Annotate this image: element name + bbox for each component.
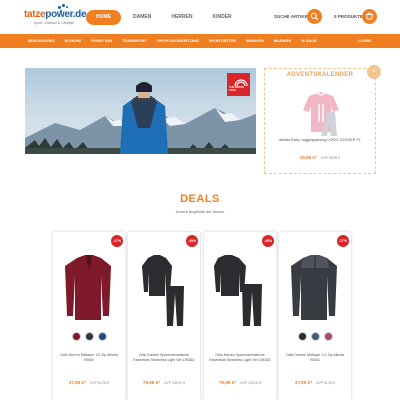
search-label[interactable]: SUCHE ARTIKEL (274, 14, 310, 19)
product-prices: 79,96 €* UVP 130,00 € (204, 380, 276, 385)
site-logo[interactable]: tatzepower.de Sport, Outdoor & Lifestyle (22, 4, 87, 28)
category-marken-2[interactable]: MARKEN (274, 34, 292, 48)
cart-icon (365, 12, 374, 20)
advent-title: ADVENTSKALENDER (286, 72, 354, 78)
logo-tagline: Sport, Outdoor & Lifestyle (34, 21, 75, 25)
product-price: 79,96 €* (142, 380, 160, 385)
nav-kinder[interactable]: Kinder (204, 10, 239, 25)
category-funktion[interactable]: FUNKTION (91, 34, 112, 48)
product-uvp: UVP 52,00 € (90, 381, 110, 385)
product-prices: 37,95 €* UVP 52,00 € (279, 380, 351, 385)
nav-damen[interactable]: Damen (125, 10, 159, 25)
cart-label[interactable]: 0 PRODUKTE (334, 14, 363, 19)
product-image (291, 255, 337, 320)
category-sportausruestung[interactable]: SPORTAUSRÜSTUNG (157, 34, 199, 48)
category-teamsport[interactable]: TEAMSPORT (122, 34, 147, 48)
product-image (65, 255, 111, 320)
nav-herren[interactable]: Herren (163, 10, 200, 25)
advent-price-row: 29,96 €* UVP 39,95 € (265, 155, 375, 160)
advent-calendar-box[interactable]: ADVENTSKALENDER × adidas Baby Joggingsan… (264, 65, 381, 174)
product-name[interactable]: Odlo Damen Sportunterwäsche Essentials S… (132, 353, 196, 363)
hero-image (25, 82, 256, 154)
category-bar: BEKLEIDUNG SCHUHE FUNKTION TEAMSPORT SPO… (0, 34, 400, 48)
brand-logo: THE NORTH FACE (227, 73, 250, 96)
advent-uvp: UVP 39,95 € (320, 156, 341, 160)
product-card[interactable]: -40% Odlo Herren Sportunterwäsche Essent… (204, 232, 276, 400)
category-sale[interactable]: % SALE (301, 34, 316, 48)
main-nav: Home Damen Herren Kinder (86, 10, 244, 25)
search-button[interactable] (307, 9, 322, 24)
product-image (214, 255, 262, 326)
category-schuhe[interactable]: SCHUHE (64, 34, 81, 48)
nav-home[interactable]: Home (86, 10, 121, 25)
product-uvp: UVP 52,00 € (316, 381, 336, 385)
product-image (142, 255, 184, 326)
color-swatch[interactable] (71, 332, 81, 341)
login-link[interactable]: LOGIN (358, 34, 371, 48)
product-name[interactable]: Odlo Herren Sportunterwäsche Essentials … (208, 353, 272, 363)
product-uvp: UVP 130,00 € (240, 381, 262, 385)
product-name[interactable]: Odlo Damen Midlayer 1/2 Zip Alliuda 9008… (283, 353, 347, 363)
advent-price: 29,96 €* (299, 155, 317, 160)
product-card[interactable]: -40% Odlo Damen Sportunterwäsche Essenti… (128, 232, 200, 400)
advent-close-button[interactable]: × (367, 65, 381, 79)
site-header: tatzepower.de Sport, Outdoor & Lifestyle… (0, 0, 400, 34)
brand-logo-text: THE NORTH FACE (229, 86, 245, 92)
color-swatch[interactable] (310, 332, 320, 341)
product-price: 79,96 €* (218, 380, 236, 385)
category-sportarten[interactable]: SPORTARTEN (209, 34, 236, 48)
logo-text: tatzepower.de (24, 9, 87, 20)
product-card[interactable]: -27% Odlo Damen Midlayer 1/2 Zip Alliuda… (279, 232, 351, 400)
color-swatch[interactable] (84, 332, 94, 341)
color-swatches (53, 332, 125, 341)
product-card[interactable]: -27% Odlo Herren Midlayer 1/2 Zip Alliud… (53, 232, 125, 400)
color-swatches (279, 332, 351, 341)
product-price: 37,95 €* (68, 380, 86, 385)
category-bekleidung[interactable]: BEKLEIDUNG (28, 34, 54, 48)
product-name[interactable]: Odlo Herren Midlayer 1/2 Zip Alliuda 900… (57, 353, 121, 363)
deals-subtitle: Unsere Angebote der Woche (175, 210, 225, 214)
product-uvp: UVP 130,00 € (164, 381, 186, 385)
product-price: 37,95 €* (294, 380, 312, 385)
product-prices: 79,96 €* UVP 130,00 € (128, 380, 200, 385)
category-marken[interactable]: MARKEN (246, 34, 264, 48)
hero-banner[interactable]: THE NORTH FACE (25, 68, 256, 154)
advent-product-image (303, 91, 339, 136)
color-swatch[interactable] (323, 332, 333, 341)
deals-heading: DEALS (180, 193, 220, 205)
cart-button[interactable] (362, 9, 377, 24)
search-icon (310, 12, 319, 21)
advent-product-name: adidas Baby Joggingsanzug LOGO JOGGER FL (278, 138, 362, 142)
color-swatch[interactable] (297, 332, 307, 341)
color-swatch[interactable] (97, 332, 107, 341)
product-prices: 37,95 €* UVP 52,00 € (53, 380, 125, 385)
